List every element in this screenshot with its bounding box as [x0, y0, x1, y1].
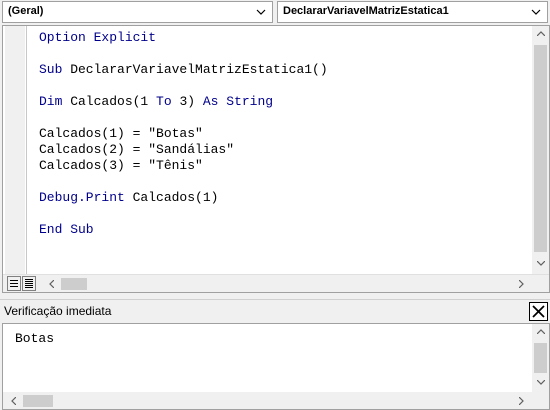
scroll-left-button[interactable]	[5, 393, 21, 409]
code-line[interactable]: End Sub	[39, 222, 523, 238]
code-line[interactable]	[39, 46, 523, 62]
code-line[interactable]	[39, 110, 523, 126]
code-window[interactable]: Option Explicit Sub DeclararVariavelMatri…	[2, 25, 550, 293]
code-keyword: Option Explicit	[39, 30, 157, 45]
code-line[interactable]: Calcados(2) = "Sandálias"	[39, 142, 523, 158]
procedure-view-button[interactable]	[7, 276, 21, 291]
scroll-down-button[interactable]	[532, 375, 549, 392]
code-vertical-scrollbar[interactable]	[532, 26, 549, 274]
code-line[interactable]: Calcados(3) = "Tênis"	[39, 158, 523, 174]
code-line[interactable]: Option Explicit	[39, 30, 523, 46]
scroll-left-button[interactable]	[43, 276, 59, 292]
object-combo[interactable]: (Geral)	[2, 1, 273, 23]
immediate-vertical-scrollbar[interactable]	[532, 324, 549, 392]
chevron-left-icon	[48, 280, 54, 288]
code-keyword: Dim	[39, 94, 63, 109]
close-icon	[532, 305, 545, 318]
close-button[interactable]	[529, 302, 548, 321]
code-keyword: End Sub	[39, 222, 94, 237]
scroll-thumb[interactable]	[534, 45, 547, 252]
code-line[interactable]: Dim Calcados(1 To 3) As String	[39, 94, 523, 110]
code-text: Calcados(1)	[124, 190, 219, 205]
scroll-up-button[interactable]	[532, 26, 549, 43]
code-horizontal-bar	[3, 274, 549, 292]
immediate-window-title: Verificação imediata	[4, 304, 112, 318]
code-line[interactable]: Calcados(1) = "Botas"	[39, 126, 523, 142]
immediate-output[interactable]: Botas	[15, 331, 54, 346]
chevron-down-icon	[536, 380, 545, 385]
code-keyword: To	[156, 94, 172, 109]
horizontal-scroll-thumb[interactable]	[61, 278, 87, 290]
immediate-window-titlebar: Verificação imediata	[0, 299, 550, 321]
code-keyword: Debug.Print	[39, 190, 125, 205]
chevron-down-icon[interactable]	[256, 8, 266, 16]
scroll-right-button[interactable]	[513, 393, 529, 409]
scroll-down-button[interactable]	[532, 256, 549, 273]
code-margin[interactable]	[3, 26, 27, 274]
code-line[interactable]	[39, 206, 523, 222]
code-line[interactable]	[39, 174, 523, 190]
code-editor[interactable]: Option Explicit Sub DeclararVariavelMatri…	[39, 30, 523, 270]
procedure-combo[interactable]: DeclararVariavelMatrizEstatica1	[277, 1, 548, 23]
code-text: Calcados(1	[62, 94, 157, 109]
code-keyword: As String	[202, 94, 274, 109]
immediate-window[interactable]: Botas	[2, 323, 550, 410]
chevron-down-icon[interactable]	[531, 8, 541, 16]
code-line[interactable]	[39, 78, 523, 94]
chevron-right-icon	[518, 280, 524, 288]
horizontal-scroll-thumb[interactable]	[23, 395, 53, 407]
immediate-horizontal-scrollbar[interactable]	[3, 392, 549, 409]
chevron-left-icon	[10, 397, 16, 405]
chevron-down-icon	[536, 261, 545, 266]
code-text: Calcados(1) = "Botas"	[39, 126, 203, 141]
procedure-combo-value: DeclararVariavelMatrizEstatica1	[283, 5, 449, 17]
object-combo-value: (Geral)	[8, 5, 44, 17]
code-text: DeclararVariavelMatrizEstatica1()	[62, 62, 328, 77]
chevron-up-icon	[536, 329, 545, 334]
code-line[interactable]: Sub DeclararVariavelMatrizEstatica1()	[39, 62, 523, 78]
full-module-view-button[interactable]	[22, 276, 36, 291]
chevron-right-icon	[518, 397, 524, 405]
scroll-right-button[interactable]	[513, 276, 529, 292]
code-text: Calcados(3) = "Tênis"	[39, 158, 203, 173]
code-keyword: Sub	[39, 62, 63, 77]
code-line[interactable]: Debug.Print Calcados(1)	[39, 190, 523, 206]
scroll-up-button[interactable]	[532, 324, 549, 341]
code-text: 3)	[171, 94, 203, 109]
scroll-thumb[interactable]	[534, 343, 547, 373]
code-text: Calcados(2) = "Sandálias"	[39, 142, 235, 157]
chevron-up-icon	[536, 31, 545, 36]
